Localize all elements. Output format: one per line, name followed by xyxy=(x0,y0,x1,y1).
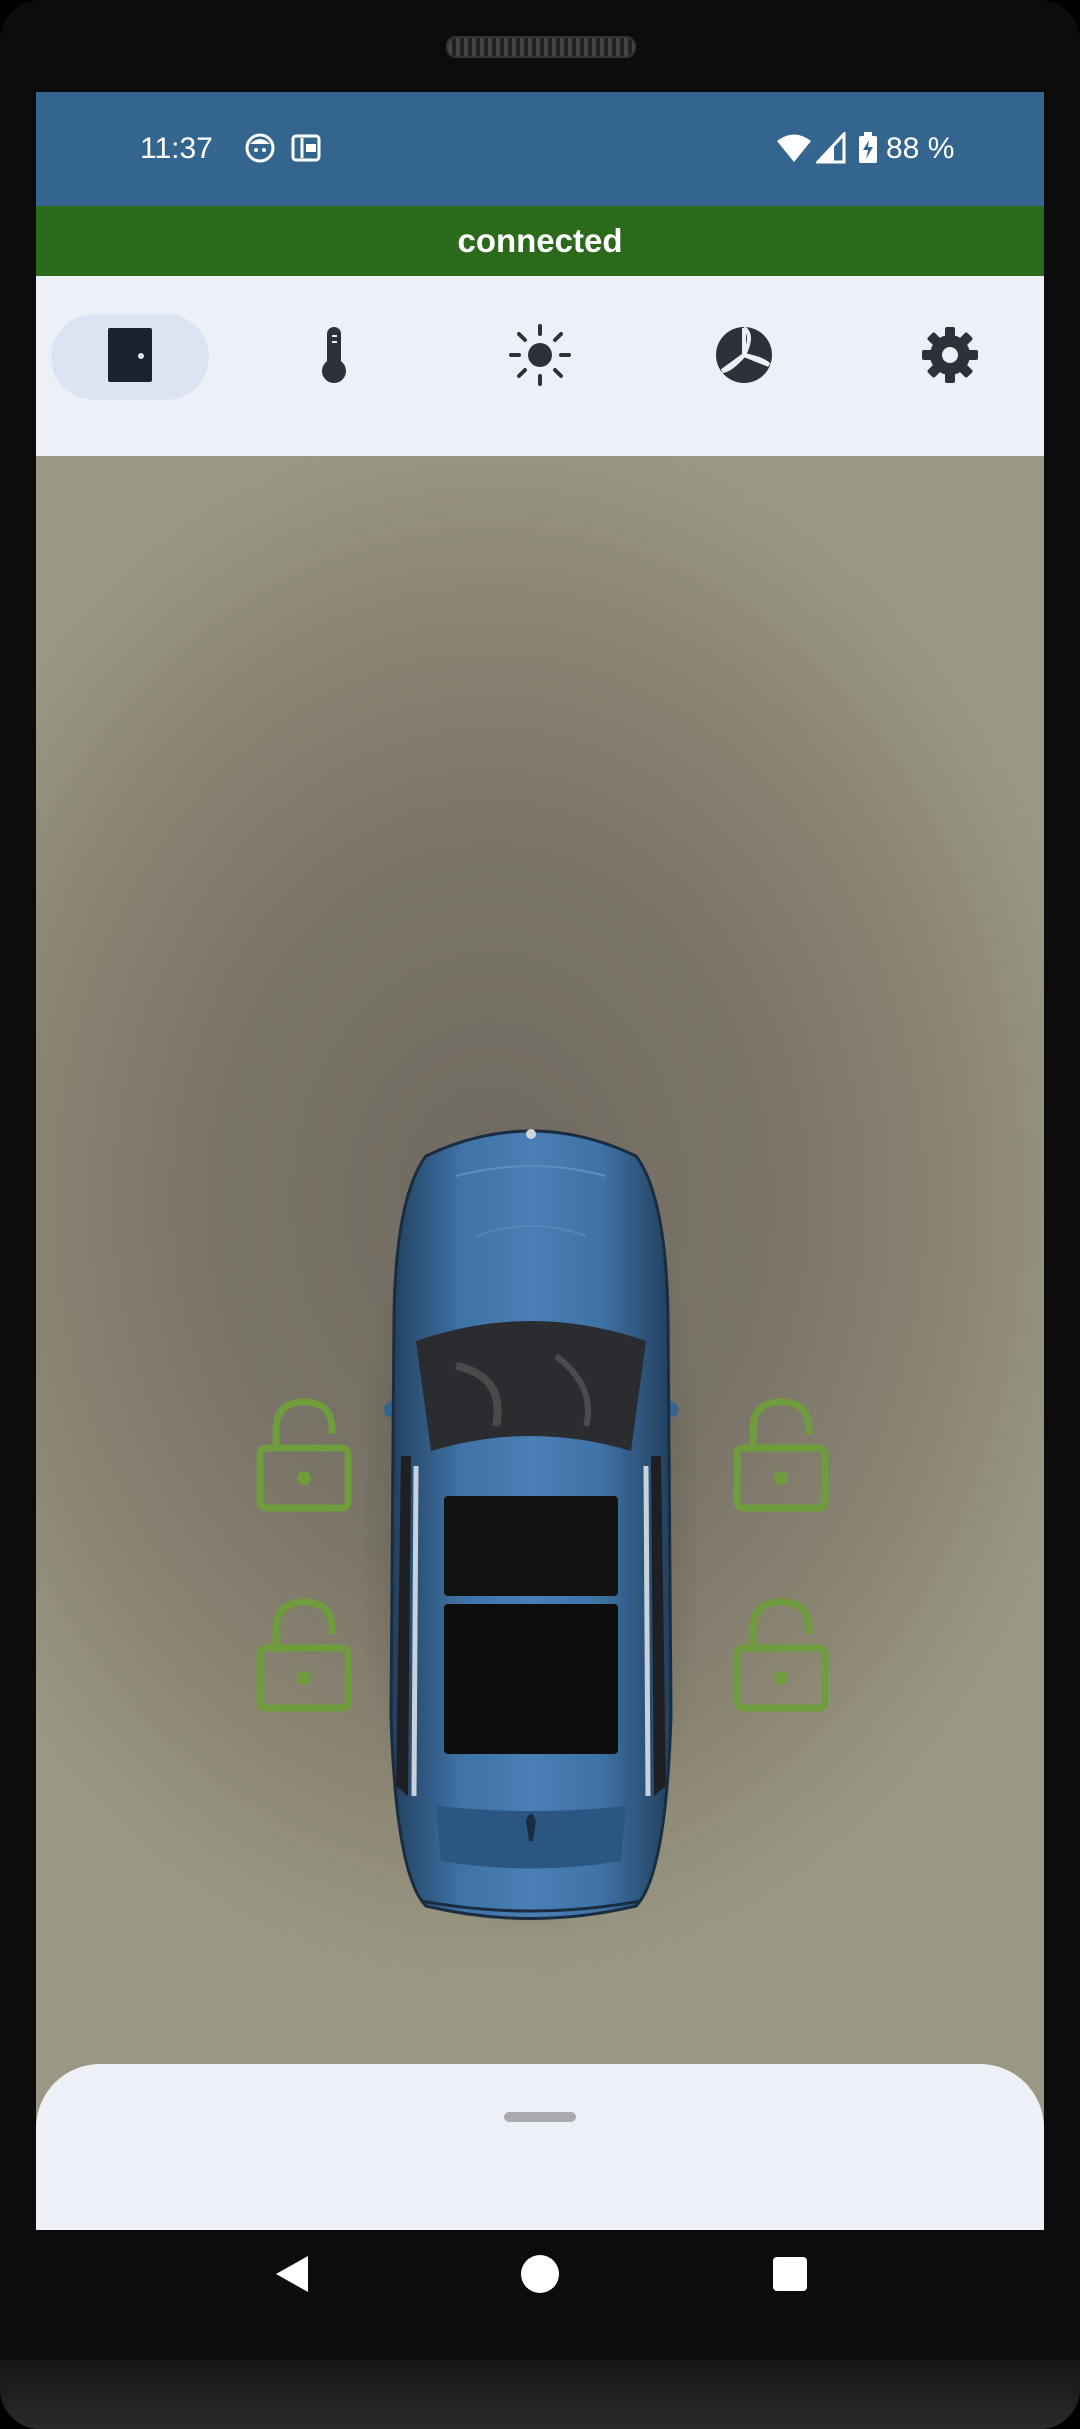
lock-front-right-unlocked-icon[interactable] xyxy=(731,1396,831,1514)
speaker-grille xyxy=(446,36,636,58)
door-icon xyxy=(106,326,154,389)
face-notification-icon xyxy=(244,132,276,169)
car-overview-panel xyxy=(36,456,1044,2230)
system-navigation-bar xyxy=(0,2230,1080,2340)
lock-rear-right-unlocked-icon[interactable] xyxy=(731,1596,831,1714)
tab-settings[interactable] xyxy=(871,314,1029,400)
gear-icon xyxy=(920,325,980,390)
sun-icon xyxy=(508,323,572,392)
tab-climate[interactable] xyxy=(255,314,413,400)
tab-doors[interactable] xyxy=(51,314,209,400)
tire-wheel-icon xyxy=(714,325,774,390)
connection-status-label: connected xyxy=(457,222,623,259)
connection-status-banner: connected xyxy=(36,206,1044,276)
battery-percent: 88 % xyxy=(886,132,955,165)
tab-tires[interactable] xyxy=(665,314,823,400)
home-icon[interactable] xyxy=(518,2250,562,2298)
status-time: 11:37 xyxy=(140,132,213,165)
back-icon[interactable] xyxy=(270,2250,314,2298)
app-screen: 11:37 88 % connected xyxy=(36,92,1044,2230)
bottom-sheet-drag-handle[interactable] xyxy=(504,2112,576,2122)
thermometer-icon xyxy=(316,325,352,390)
lock-front-left-unlocked-icon[interactable] xyxy=(254,1396,354,1514)
cellular-signal-icon xyxy=(814,130,846,169)
phone-frame: 11:37 88 % connected xyxy=(0,0,1080,2429)
top-tab-bar xyxy=(36,276,1044,456)
bottom-sheet[interactable] xyxy=(36,2064,1044,2230)
tab-lights[interactable] xyxy=(461,314,619,400)
car-top-view-image xyxy=(366,1116,696,1926)
wallet-notification-icon xyxy=(290,132,322,169)
phone-bottom-bezel xyxy=(0,2360,1080,2429)
lock-rear-left-unlocked-icon[interactable] xyxy=(254,1596,354,1714)
battery-charging-icon xyxy=(858,132,878,169)
status-bar: 11:37 88 % xyxy=(36,92,1044,206)
recents-icon[interactable] xyxy=(770,2250,810,2298)
wifi-icon xyxy=(776,132,812,169)
